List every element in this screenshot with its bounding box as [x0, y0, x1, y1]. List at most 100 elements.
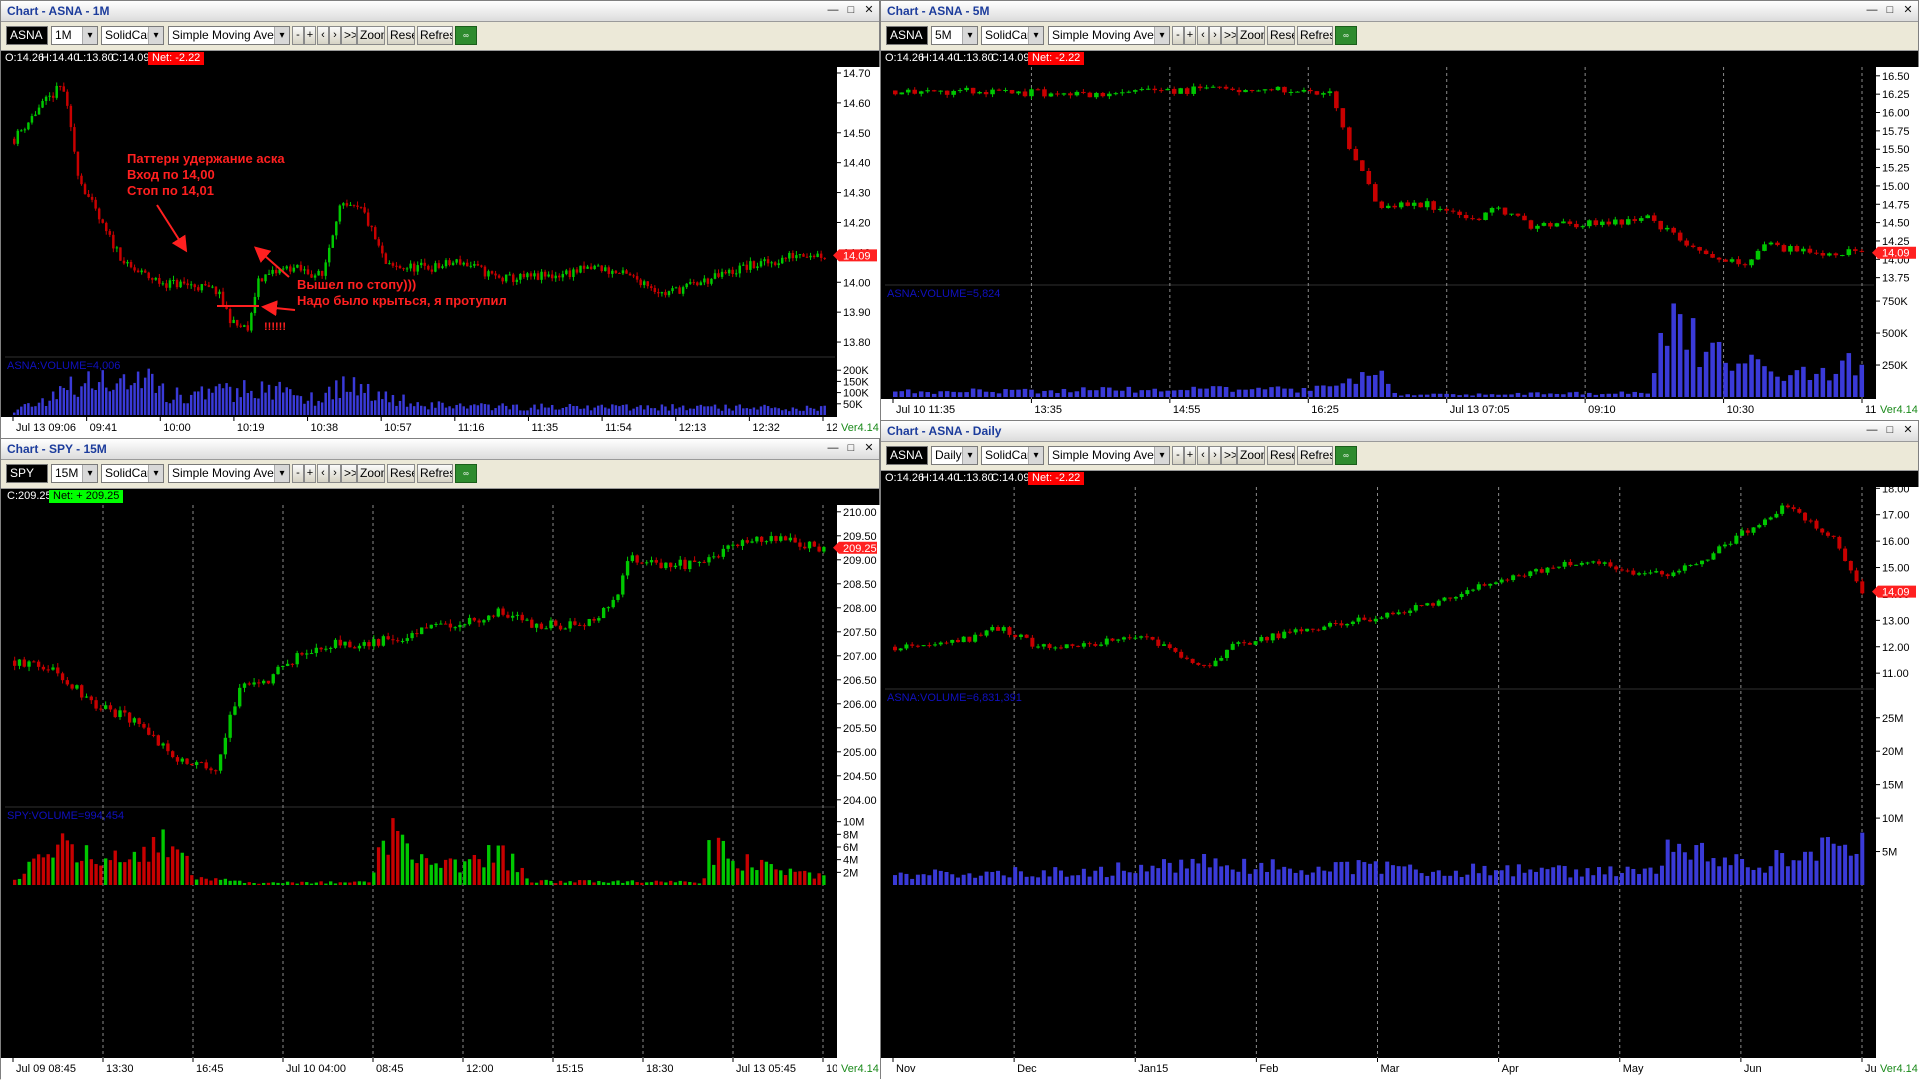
candle-body [299, 264, 303, 271]
volume-bar [306, 400, 310, 415]
volume-bar [1465, 874, 1470, 885]
volume-bar [494, 408, 497, 415]
volume-bar [1757, 867, 1762, 885]
candle-body [823, 257, 826, 259]
candle-body [561, 274, 565, 278]
time-axis-label: 11:35 [531, 422, 558, 434]
candle-body [950, 639, 955, 643]
volume-bar [1120, 390, 1125, 397]
candle-body [1230, 88, 1235, 90]
candle-body [1301, 89, 1307, 92]
candle-body [759, 536, 764, 542]
price-volume-chart[interactable]: Nov Dec Jan15 Feb Mar Apr May Jun Jul18.0017.001… [881, 421, 1919, 1080]
volume-bar [1431, 871, 1436, 885]
candle-body [1247, 642, 1252, 645]
candle-body [1127, 637, 1132, 639]
volume-bar [1453, 870, 1458, 885]
candle-body [218, 754, 223, 771]
volume-bar [1801, 366, 1806, 397]
candle-body [1511, 575, 1516, 581]
candle-body [264, 274, 267, 282]
volume-axis-label: 4M [843, 855, 858, 867]
chart-window-spy-15m[interactable]: Chart - SPY - 15M — □ ✕ SPY 15M SolidCan… [0, 438, 881, 1080]
candle-body [756, 266, 759, 269]
volume-bar [1831, 843, 1836, 885]
volume-bar [592, 882, 596, 885]
chart-window-asna-daily[interactable]: Chart - ASNA - Daily — □ ✕ ASNA Daily So… [880, 420, 1919, 1080]
candle-body [1035, 89, 1041, 91]
candle-body [171, 751, 175, 758]
volume-bar [429, 864, 433, 885]
volume-bar [1362, 862, 1367, 885]
candle-body [437, 263, 441, 268]
volume-bar [1145, 390, 1151, 397]
candle-body [905, 89, 911, 93]
volume-bar [1722, 857, 1727, 885]
volume-bar [1846, 353, 1852, 397]
volume-bar [482, 867, 486, 885]
candle-body [773, 262, 777, 266]
volume-bar [1036, 877, 1041, 885]
chart-window-asna-5m[interactable]: Chart - ASNA - 5M — □ ✕ ASNA 5M SolidCan… [880, 0, 1919, 421]
volume-bar [1854, 853, 1859, 885]
time-axis-label: 12:13 [679, 422, 707, 434]
price-axis-label: 12.00 [1882, 642, 1910, 654]
volume-bar [410, 859, 414, 885]
candle-body [1350, 621, 1355, 625]
volume-bar [984, 871, 989, 885]
volume-bar [1781, 380, 1787, 397]
price-volume-chart[interactable]: Jul 09 08:45 13:30 16:45 Jul 10 04:00 08:45 1… [1, 439, 881, 1080]
candle-body [978, 634, 983, 636]
candle-body [1509, 213, 1514, 215]
price-axis-label: 204.00 [843, 795, 877, 807]
candle-body [1204, 87, 1209, 89]
volume-bar [618, 406, 621, 415]
candle-body [955, 639, 960, 643]
volume-bar [349, 391, 352, 415]
candle-body [1457, 211, 1462, 216]
candle-body [232, 319, 235, 324]
volume-bar [274, 386, 278, 415]
volume-bar [1659, 865, 1664, 885]
candle-body [1001, 627, 1006, 631]
volume-bar [462, 406, 465, 415]
volume-bar [1408, 864, 1413, 885]
candle-body [654, 560, 658, 563]
candle-body [1116, 639, 1121, 641]
volume-bar [1528, 869, 1533, 885]
candle-body [56, 667, 60, 674]
chart-window-asna-1m[interactable]: Chart - ASNA - 1M — □ ✕ ASNA 1M SolidCan… [0, 0, 881, 439]
volume-bar [197, 391, 200, 415]
time-axis-label: Apr [1502, 1063, 1519, 1075]
volume-bar [798, 871, 802, 885]
volume-bar [126, 389, 129, 415]
volume-bar [659, 881, 663, 885]
volume-bar [1651, 373, 1657, 397]
price-volume-chart[interactable]: Jul 10 11:35 13:35 14:55 16:25 Jul 13 07:05 0… [881, 1, 1919, 421]
candle-body [161, 283, 165, 285]
volume-bar [133, 382, 136, 415]
candle-body [582, 625, 587, 627]
volume-bar [1814, 373, 1819, 397]
price-axis-label: 11.00 [1882, 668, 1909, 680]
candle-body [817, 546, 821, 552]
volume-bar [362, 881, 366, 885]
volume-bar [1144, 871, 1149, 885]
volume-bar [123, 862, 127, 885]
candle-body [458, 259, 462, 265]
volume-bar [673, 882, 678, 885]
candle-body [333, 639, 338, 648]
candle-body [1522, 575, 1527, 577]
candle-body [1444, 208, 1449, 211]
candle-body [427, 265, 430, 270]
volume-bar [721, 840, 726, 885]
volume-bar [1299, 870, 1304, 885]
volume-bar [654, 880, 658, 885]
time-axis-label: Jul 10 11:35 [896, 404, 955, 416]
volume-bar [261, 882, 266, 885]
volume-bar [1463, 394, 1469, 397]
price-volume-chart[interactable]: Jul 13 09:06 09:41 10:00 10:19 10:38 10:57 11:… [1, 1, 881, 439]
candle-body [921, 645, 926, 647]
candle-body [1574, 564, 1579, 566]
volume-bar [1301, 387, 1307, 397]
